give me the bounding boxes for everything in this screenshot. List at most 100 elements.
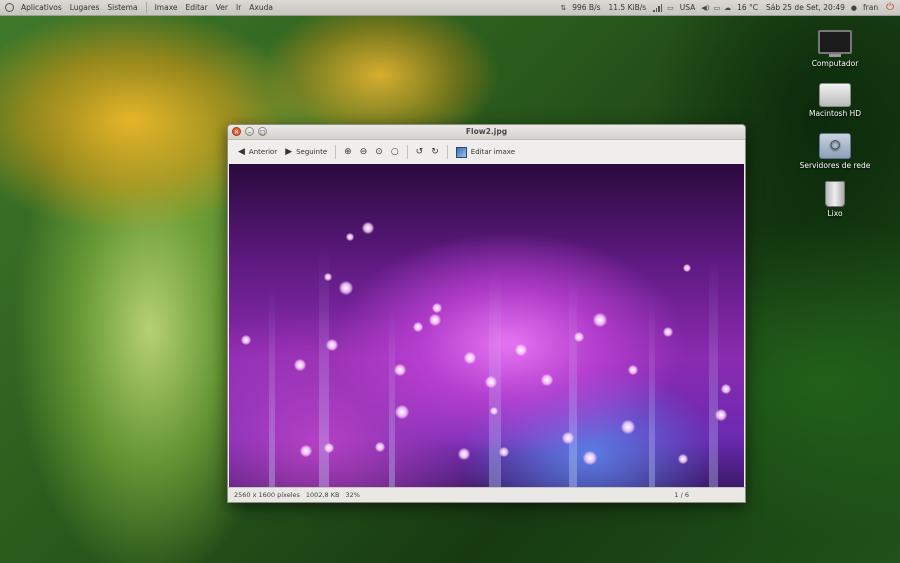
sparkle [324,273,332,281]
sparkle [485,376,497,388]
user-icon: ● [850,3,857,12]
desktop-icon-label: Servidores de rede [799,161,871,170]
zoom-in-icon: ⊕ [344,147,352,157]
sparkle [413,322,423,332]
sparkle [429,314,441,326]
battery-icon[interactable]: ▭ [713,4,720,12]
sparkle [300,445,312,457]
sparkle [593,313,607,327]
sparkle [375,442,385,452]
image-file-size: 1002,8 KB [305,491,340,499]
window-title: Flow2.jpg [465,127,508,136]
upload-speed[interactable]: 11.5 KiB/s [605,3,651,12]
sparkle [362,222,374,234]
computer-icon [818,30,852,54]
keyboard-layout[interactable]: USA [676,3,700,12]
sparkle [346,233,354,241]
light-beam [569,277,577,487]
weather-temperature[interactable]: 16 °C [733,3,762,12]
sparkle [583,451,597,465]
sparkle [541,374,553,386]
sparkle [432,303,442,313]
menu-ver[interactable]: Ver [212,3,232,12]
zoom-original-icon: ○ [390,147,399,157]
light-beam [389,307,395,487]
sparkle [464,352,476,364]
window-titlebar[interactable]: ✕ – □ Flow2.jpg [228,125,745,140]
sparkle [490,407,498,415]
clock[interactable]: Sáb 25 de Set, 20:49 [762,3,849,12]
sparkle [683,264,691,272]
zoom-out-icon: ⊖ [359,147,368,157]
sparkle [621,420,635,434]
rotate-right-icon: ↻ [431,147,439,157]
previous-label: Anterior [248,148,278,156]
download-icon: ⇅ [560,3,567,12]
menu-aplicativos[interactable]: Aplicativos [17,3,66,12]
sparkle [574,332,584,342]
sparkle [326,339,338,351]
menu-lugares[interactable]: Lugares [66,3,104,12]
sparkle [715,409,727,421]
edit-image-button[interactable]: Editar imaxe [452,143,519,161]
zoom-fit-icon: ⊙ [375,147,383,157]
viewer-toolbar: ◀ Anterior ▶ Seguinte ⊕ ⊖ ⊙ ○ ↺ ↻ Editar… [228,140,745,164]
rotate-left-icon: ↺ [415,147,424,157]
next-label: Seguinte [296,148,328,156]
toolbar-separator [406,145,408,159]
zoom-fit-button[interactable]: ⊙ [371,143,387,161]
sparkle [499,447,509,457]
rotate-left-button[interactable]: ↺ [412,143,428,161]
previous-button[interactable]: ◀ Anterior [234,143,281,161]
image-display[interactable] [229,164,744,487]
sparkle [663,327,673,337]
sparkle [458,448,470,460]
desktop-icon-label: Lixo [827,209,843,218]
network-signal-icon[interactable] [653,3,663,12]
top-panel: Aplicativos Lugares Sistema Imaxe Editar… [0,0,900,16]
keyboard-icon: ▭ [667,3,674,12]
trash-icon [825,181,845,207]
desktop-icon-macintosh-hd[interactable]: Macintosh HD [790,83,880,118]
volume-icon[interactable]: ◀) [701,4,709,12]
menu-ir[interactable]: Ir [232,3,245,12]
desktop-icon-label: Macintosh HD [808,109,862,118]
network-servers-icon [819,133,851,159]
arrow-left-icon: ◀ [238,147,245,157]
desktop-icon-network-servers[interactable]: Servidores de rede [790,133,880,170]
image-counter: 1 / 6 [674,491,689,499]
menu-sistema[interactable]: Sistema [103,3,141,12]
desktop-icon-label: Computador [811,59,859,68]
arrow-right-icon: ▶ [285,147,293,157]
sparkle [678,454,688,464]
menu-axuda[interactable]: Axuda [245,3,277,12]
zoom-out-button[interactable]: ⊖ [356,143,372,161]
power-icon[interactable]: ⏻ [886,2,894,13]
ubuntu-logo-icon[interactable] [5,3,14,12]
edit-image-label: Editar imaxe [470,148,516,156]
panel-indicators: ⇅ 996 B/s 11.5 KiB/s ▭ USA ◀) ▭ ☁ 16 °C … [558,2,900,13]
rotate-right-button[interactable]: ↻ [427,143,443,161]
weather-cloud-icon: ☁ [724,3,732,12]
light-beam [269,287,275,487]
desktop: Aplicativos Lugares Sistema Imaxe Editar… [0,0,900,563]
desktop-icon-computer[interactable]: Computador [790,30,880,68]
sparkle [324,443,334,453]
next-button[interactable]: ▶ Seguinte [281,143,331,161]
sparkle [721,384,731,394]
image-dimensions: 2560 x 1600 píxeles [234,491,300,499]
sparkle [394,364,406,376]
viewer-statusbar: 2560 x 1600 píxeles 1002,8 KB 32% 1 / 6 [228,487,745,502]
toolbar-separator [446,145,448,159]
light-beam [649,297,655,487]
sparkle [395,405,409,419]
desktop-icon-trash[interactable]: Lixo [790,181,880,218]
menu-imaxe[interactable]: Imaxe [151,3,182,12]
user-name[interactable]: fran [859,3,882,12]
zoom-original-button[interactable]: ○ [387,143,403,161]
sparkle [628,365,638,375]
sparkle [294,359,306,371]
menu-editar[interactable]: Editar [182,3,212,12]
zoom-in-button[interactable]: ⊕ [340,143,356,161]
download-speed[interactable]: 996 B/s [568,3,604,12]
